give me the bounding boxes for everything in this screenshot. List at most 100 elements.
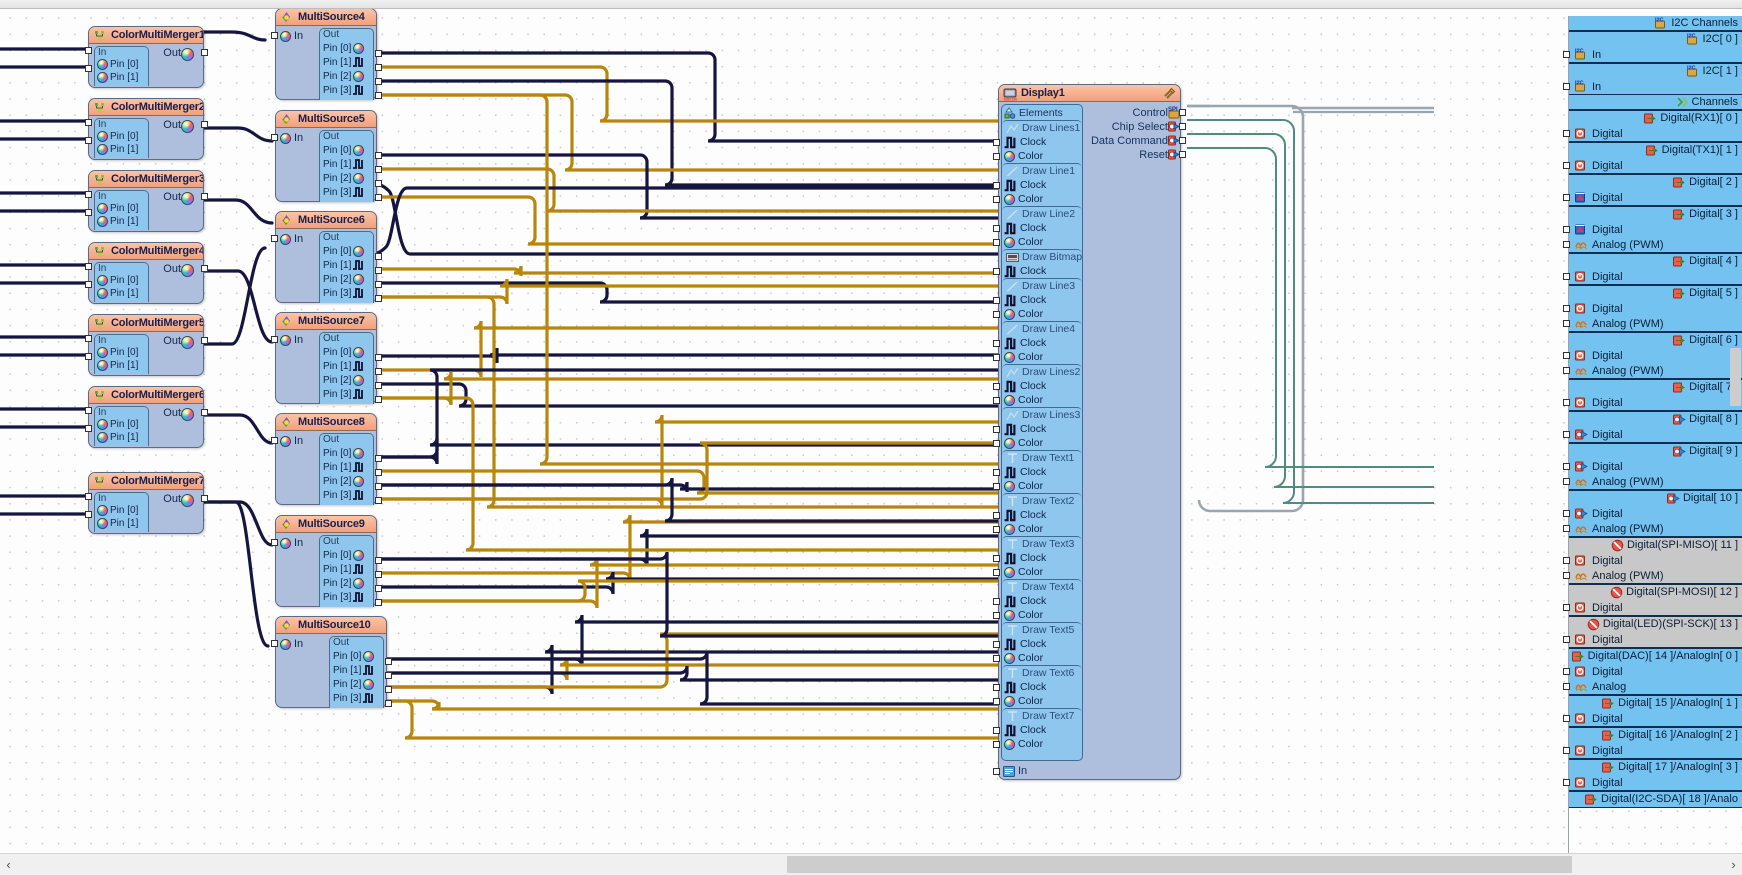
element-pin-connector[interactable]	[993, 684, 1000, 691]
node-colormultimerger7[interactable]: ColorMultiMerger7 In Pin [0] Pin [1] Out	[85, 472, 208, 534]
board-panel[interactable]: I2C I2C Channels I2C I2C[ 0 ] I2C In I2C I2C[ 1…	[1563, 16, 1742, 853]
node-multisource5[interactable]: MultiSource5 In Out Pin [0] Pin [1] Pin …	[271, 110, 382, 202]
element-pin-connector[interactable]	[993, 239, 1000, 246]
input-row[interactable]: In	[280, 637, 303, 651]
pin-row[interactable]: Pin [2]	[320, 171, 373, 185]
input-connector[interactable]	[85, 281, 92, 288]
output-connector[interactable]	[375, 281, 382, 288]
board-pin-row[interactable]: Digital	[1569, 269, 1742, 284]
output-connector[interactable]	[375, 64, 382, 71]
board-channel-group[interactable]: Digital(TX1)[ 1 ] Digital	[1563, 142, 1742, 174]
input-connector[interactable]	[271, 640, 278, 647]
input-row[interactable]: In	[280, 131, 303, 145]
display-element-pin[interactable]: Clock	[1002, 465, 1082, 479]
input-connector[interactable]	[271, 134, 278, 141]
pin-row[interactable]: Pin [1]	[320, 562, 373, 576]
output-connector[interactable]	[201, 121, 208, 128]
element-pin-connector[interactable]	[993, 727, 1000, 734]
output-connector[interactable]	[375, 382, 382, 389]
output-connector[interactable]	[375, 599, 382, 606]
display-element-pin[interactable]: Color	[1002, 307, 1082, 321]
board-pin-row[interactable]: Digital	[1569, 190, 1742, 205]
display-element-pin[interactable]: Clock	[1002, 135, 1082, 149]
element-pin-connector[interactable]	[993, 555, 1000, 562]
input-connector[interactable]	[85, 335, 92, 342]
display-element-pin[interactable]: Clock	[1002, 422, 1082, 436]
element-pin-connector[interactable]	[993, 196, 1000, 203]
pin-row[interactable]: Pin [0]	[320, 446, 373, 460]
board-channel-group[interactable]: Digital[ 15 ]/AnalogIn[ 1 ] Digital	[1563, 695, 1742, 727]
display-element-pin[interactable]: Color	[1002, 737, 1082, 751]
board-pin-row[interactable]: I2C In	[1569, 47, 1742, 62]
element-pin-connector[interactable]	[993, 641, 1000, 648]
vertical-scroll-thumb[interactable]	[1730, 348, 1741, 406]
pin-row[interactable]: Pin [1]	[330, 663, 383, 677]
display-element-pin[interactable]: Color	[1002, 651, 1082, 665]
node-colormultimerger3[interactable]: ColorMultiMerger3 In Pin [0] Pin [1] Out	[85, 170, 208, 232]
output-connector[interactable]	[375, 483, 382, 490]
pin-row[interactable]: Pin [1]	[95, 143, 148, 156]
display-in-connector[interactable]	[993, 768, 1000, 775]
display-element-pin[interactable]: Color	[1002, 235, 1082, 249]
board-pin-connector[interactable]	[1563, 399, 1570, 406]
board-pin-connector[interactable]	[1563, 320, 1570, 327]
board-pin-row[interactable]: Digital	[1569, 775, 1742, 790]
board-pin-connector[interactable]	[1563, 510, 1570, 517]
pin-row[interactable]: Pin [2]	[330, 677, 383, 691]
pin-row[interactable]: Pin [1]	[95, 431, 148, 444]
control-pin-row[interactable]: Control	[1133, 107, 1168, 119]
pin-row[interactable]: Pin [2]	[320, 474, 373, 488]
control-pin-row[interactable]: Reset	[1139, 149, 1168, 161]
board-channel-group[interactable]: Digital[ 17 ]/AnalogIn[ 3 ] Digital	[1563, 759, 1742, 791]
output-connector[interactable]	[375, 354, 382, 361]
input-connector[interactable]	[85, 47, 92, 54]
element-pin-connector[interactable]	[993, 512, 1000, 519]
board-pin-row[interactable]: Analog	[1569, 679, 1742, 694]
input-connector[interactable]	[85, 407, 92, 414]
element-pin-connector[interactable]	[993, 311, 1000, 318]
pin-row[interactable]: Pin [2]	[320, 272, 373, 286]
board-channel-group[interactable]: Digital[ 4 ] Digital	[1563, 253, 1742, 285]
node-display1[interactable]: SSD1306 Display1 Elements Draw	[993, 84, 1186, 780]
display-element-group[interactable]: Draw Text6 Clock Color	[1002, 665, 1082, 708]
display-element-group[interactable]: Draw Text7 Clock Color	[1002, 708, 1082, 751]
pin-row[interactable]: Pin [1]	[95, 359, 148, 372]
scroll-left-arrow[interactable]: ‹	[0, 854, 17, 875]
pin-row[interactable]: Pin [0]	[95, 418, 148, 431]
pin-row[interactable]: Pin [3]	[330, 691, 383, 705]
board-pin-connector[interactable]	[1563, 747, 1570, 754]
board-channel-group[interactable]: Digital[ 8 ] Digital	[1563, 411, 1742, 443]
board-pin-connector[interactable]	[1563, 226, 1570, 233]
input-connector[interactable]	[271, 336, 278, 343]
element-pin-connector[interactable]	[993, 153, 1000, 160]
node-multisource7[interactable]: MultiSource7 In Out Pin [0] Pin [1] Pin …	[271, 312, 382, 404]
board-pin-connector[interactable]	[1563, 715, 1570, 722]
board-pin-row[interactable]: Digital	[1569, 743, 1742, 758]
board-channel-group[interactable]: Digital(SPI-MOSI)[ 12 ] Digital	[1563, 584, 1742, 616]
pin-row[interactable]: Pin [1]	[95, 517, 148, 530]
node-colormultimerger6[interactable]: ColorMultiMerger6 In Pin [0] Pin [1] Out	[85, 386, 208, 448]
pin-row[interactable]: Pin [3]	[320, 83, 373, 97]
output-connector[interactable]	[375, 469, 382, 476]
pin-row[interactable]: Pin [2]	[320, 576, 373, 590]
input-connector[interactable]	[271, 235, 278, 242]
editor-canvas[interactable]: ColorMultiMerger1 In Pin [0] Pin [1] Out…	[0, 8, 1742, 853]
board-pin-row[interactable]: Analog (PWM)	[1569, 363, 1742, 378]
board-pin-connector[interactable]	[1563, 779, 1570, 786]
board-channel-group[interactable]: Digital[ 6 ] Digital Analog (PWM)	[1563, 332, 1742, 379]
input-connector[interactable]	[271, 539, 278, 546]
board-pin-connector[interactable]	[1563, 572, 1570, 579]
element-pin-connector[interactable]	[993, 268, 1000, 275]
display-element-group[interactable]: Draw Text4 Clock Color	[1002, 579, 1082, 622]
display-element-pin[interactable]: Clock	[1002, 637, 1082, 651]
display-element-group[interactable]: Draw Text2 Clock Color	[1002, 493, 1082, 536]
input-row[interactable]: In	[280, 536, 303, 550]
pin-row[interactable]: Pin [0]	[320, 345, 373, 359]
display-element-pin[interactable]: Color	[1002, 436, 1082, 450]
element-pin-connector[interactable]	[993, 569, 1000, 576]
display-element-pin[interactable]: Color	[1002, 565, 1082, 579]
element-pin-connector[interactable]	[993, 526, 1000, 533]
display-element-group[interactable]: Draw Text5 Clock Color	[1002, 622, 1082, 665]
board-pin-connector[interactable]	[1563, 130, 1570, 137]
display-element-pin[interactable]: Clock	[1002, 178, 1082, 192]
